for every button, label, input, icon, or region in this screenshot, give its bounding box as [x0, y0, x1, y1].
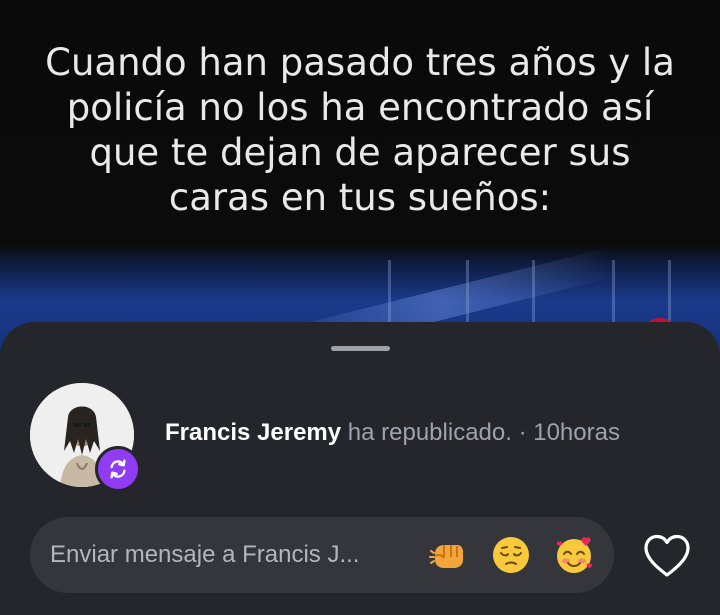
username-link[interactable]: Francis Jeremy	[165, 419, 341, 446]
sheet-drag-handle[interactable]	[331, 346, 390, 351]
smiling-face-with-hearts-emoji[interactable]	[553, 534, 595, 576]
fist-bump-icon	[429, 545, 463, 568]
like-button[interactable]	[642, 533, 692, 579]
repost-badge	[95, 446, 141, 492]
message-input-placeholder: Enviar mensaje a Francis J...	[50, 541, 360, 568]
repost-action-text: ha republicado.	[341, 419, 512, 446]
video-caption-text: Cuando han pasado tres años y la policía…	[45, 41, 675, 219]
story-viewer: Cuando han pasado tres años y la policía…	[0, 0, 720, 615]
message-input[interactable]: Enviar mensaje a Francis J...	[30, 517, 614, 593]
repost-bottom-sheet: Francis Jeremy ha republicado. · 10horas…	[0, 322, 720, 615]
repost-icon	[110, 459, 126, 479]
smiling-face-with-hearts-icon	[556, 537, 593, 573]
story-video[interactable]: Cuando han pasado tres años y la policía…	[0, 0, 720, 360]
repost-info: Francis Jeremy ha republicado. · 10horas	[165, 418, 620, 448]
separator-dot: ·	[511, 419, 534, 446]
pensive-face-emoji[interactable]	[490, 534, 532, 576]
fist-bump-emoji[interactable]	[427, 534, 469, 576]
repost-timestamp: 10horas	[533, 419, 620, 446]
heart-outline-icon	[644, 534, 690, 577]
pensive-face-icon	[493, 537, 529, 573]
